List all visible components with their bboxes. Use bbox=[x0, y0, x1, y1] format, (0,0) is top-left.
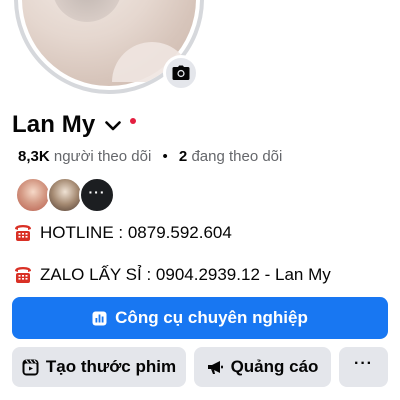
profile-name-row: Lan My bbox=[12, 111, 137, 139]
ads-button[interactable]: Quảng cáo bbox=[194, 347, 331, 387]
friend-avatar[interactable] bbox=[47, 177, 83, 213]
more-options-button[interactable]: ··· bbox=[339, 347, 388, 387]
followers-label[interactable]: người theo dõi bbox=[54, 148, 151, 165]
bio-hotline: HOTLINE : 0879.592.604 bbox=[12, 223, 232, 243]
friend-avatar[interactable] bbox=[15, 177, 51, 213]
professional-tools-label: Công cụ chuyên nghiệp bbox=[115, 308, 308, 327]
camera-icon bbox=[172, 65, 190, 80]
megaphone-icon bbox=[207, 360, 224, 375]
professional-tools-button[interactable]: Công cụ chuyên nghiệp bbox=[12, 297, 388, 339]
hotline-text: HOTLINE : 0879.592.604 bbox=[40, 223, 232, 242]
notification-dot bbox=[130, 118, 137, 124]
following-label[interactable]: đang theo dõi bbox=[191, 148, 282, 165]
telephone-icon bbox=[15, 225, 31, 241]
stats-separator: • bbox=[162, 148, 168, 165]
chevron-down-icon[interactable] bbox=[105, 121, 122, 131]
profile-name: Lan My bbox=[12, 111, 96, 138]
followers-count[interactable]: 8,3K bbox=[18, 148, 50, 165]
change-photo-button[interactable] bbox=[163, 55, 199, 91]
dashboard-icon bbox=[92, 311, 107, 326]
friend-avatars: ··· bbox=[15, 177, 115, 213]
telephone-icon bbox=[15, 267, 31, 283]
more-friends-button[interactable]: ··· bbox=[79, 177, 115, 213]
following-count[interactable]: 2 bbox=[179, 148, 187, 165]
more-friends-label: ··· bbox=[88, 184, 106, 200]
reel-icon bbox=[22, 359, 39, 376]
bio-zalo: ZALO LẤY SỈ : 0904.2939.12 - Lan My bbox=[12, 265, 331, 285]
create-reel-label: Tạo thước phim bbox=[45, 357, 177, 376]
ads-label: Quảng cáo bbox=[230, 357, 319, 376]
zalo-text: ZALO LẤY SỈ : 0904.2939.12 - Lan My bbox=[40, 265, 331, 284]
follow-stats: 8,3K người theo dõi • 2 đang theo dõi bbox=[18, 148, 282, 165]
more-icon: ··· bbox=[354, 355, 373, 372]
create-reel-button[interactable]: Tạo thước phim bbox=[12, 347, 186, 387]
